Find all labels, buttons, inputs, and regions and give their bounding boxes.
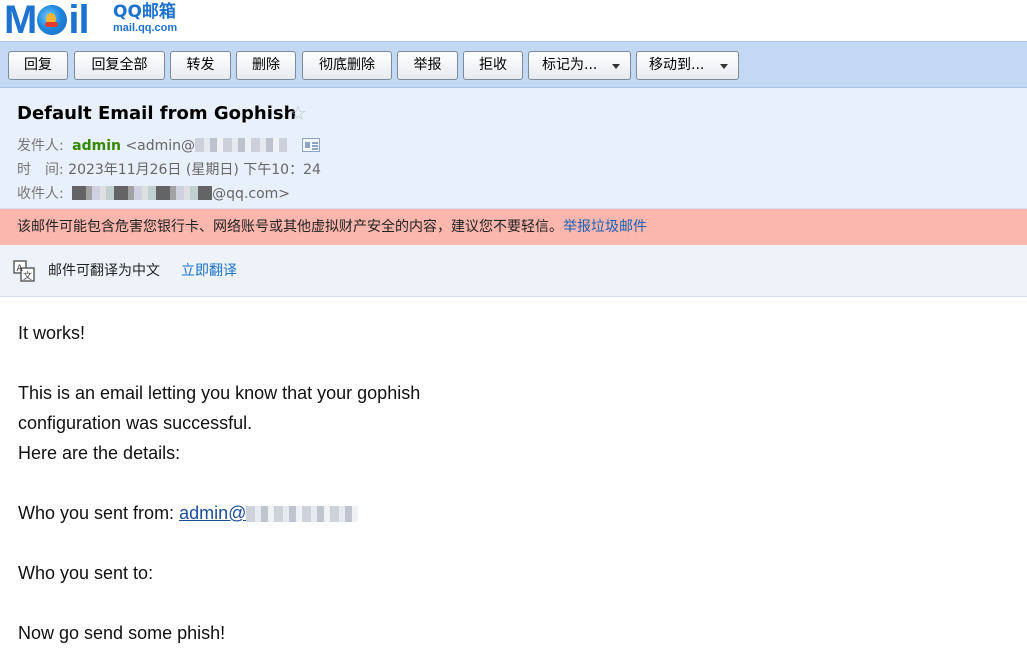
logo-globe-icon [37, 5, 68, 35]
delete-permanently-button[interactable]: 彻底删除 [302, 51, 392, 80]
time-label: 时 间: [17, 162, 64, 178]
move-to-label: 移动到... [649, 57, 705, 73]
sent-from-line: Who you sent from: admin@ [18, 498, 998, 528]
body-spacer [18, 468, 998, 498]
body-spacer [18, 348, 998, 378]
translate-now-link[interactable]: 立即翻译 [181, 245, 237, 297]
body-line: This is an email letting you know that y… [18, 383, 421, 403]
svg-text:文: 文 [23, 270, 32, 282]
sent-from-label: Who you sent from: [18, 503, 180, 523]
logo-cn-name: QQ邮箱 [113, 2, 176, 22]
sender-name[interactable]: admin [72, 138, 121, 154]
redacted-domain [195, 138, 288, 152]
time-value: 2023年11月26日 (星期日) 下午10：24 [68, 162, 321, 178]
to-label: 收件人: [17, 186, 64, 202]
move-to-dropdown[interactable]: 移动到... [636, 51, 739, 80]
closing-line: Now go send some phish! [18, 623, 226, 643]
recipient-address: @qq.com> [212, 186, 291, 202]
chevron-down-icon [720, 64, 728, 69]
body-spacer [18, 588, 998, 618]
logo-url: mail.qq.com [113, 22, 178, 34]
body-line: Here are the details: [18, 443, 181, 463]
redacted-recipient [72, 186, 213, 200]
mark-as-label: 标记为... [542, 57, 598, 73]
reply-button[interactable]: 回复 [8, 51, 68, 80]
mail-logo[interactable]: Mil [4, 0, 90, 40]
report-spam-link[interactable]: 举报垃圾邮件 [563, 219, 647, 235]
mark-as-dropdown[interactable]: 标记为... [528, 51, 631, 80]
body-line: It works! [18, 323, 86, 343]
body-line: configuration was successful. [18, 413, 253, 433]
from-label: 发件人: [17, 138, 64, 154]
sent-from-link[interactable]: admin@ [179, 503, 359, 523]
translate-bar: A 文 邮件可翻译为中文 立即翻译 [0, 245, 1027, 297]
redacted-domain [246, 506, 359, 522]
security-warning-bar: 该邮件可能包含危害您银行卡、网络账号或其他虚拟财产安全的内容，建议您不要轻信。举… [0, 209, 1027, 245]
translate-label: 邮件可翻译为中文 [48, 263, 160, 279]
logo-text: QQ邮箱 mail.qq.com [113, 3, 177, 35]
time-row: 时 间: 2023年11月26日 (星期日) 下午10：24 [17, 159, 321, 179]
to-row: 收件人: @qq.com> [17, 183, 290, 203]
star-icon[interactable]: ☆ [289, 102, 307, 124]
reject-button[interactable]: 拒收 [463, 51, 523, 80]
logo-bar: Mil QQ邮箱 mail.qq.com [0, 0, 1027, 41]
mail-subject: Default Email from Gophish [17, 103, 297, 124]
contact-card-icon[interactable] [301, 138, 320, 152]
chevron-down-icon [612, 64, 620, 69]
delete-button[interactable]: 删除 [236, 51, 296, 80]
report-button[interactable]: 举报 [397, 51, 458, 80]
warning-text: 该邮件可能包含危害您银行卡、网络账号或其他虚拟财产安全的内容，建议您不要轻信。 [17, 219, 563, 235]
mail-toolbar: 回复 回复全部 转发 删除 彻底删除 举报 拒收 标记为... 移动到... [0, 41, 1027, 88]
sender-address: <admin@ [125, 138, 196, 154]
mail-header: Default Email from Gophish ☆ 发件人: admin … [0, 88, 1027, 209]
from-row: 发件人: admin <admin@ [17, 135, 320, 155]
mail-body: It works! This is an email letting you k… [18, 318, 998, 648]
body-spacer [18, 528, 998, 558]
reply-all-button[interactable]: 回复全部 [74, 51, 165, 80]
forward-button[interactable]: 转发 [170, 51, 231, 80]
translate-icon: A 文 [13, 260, 35, 282]
sent-to-line: Who you sent to: [18, 563, 154, 583]
